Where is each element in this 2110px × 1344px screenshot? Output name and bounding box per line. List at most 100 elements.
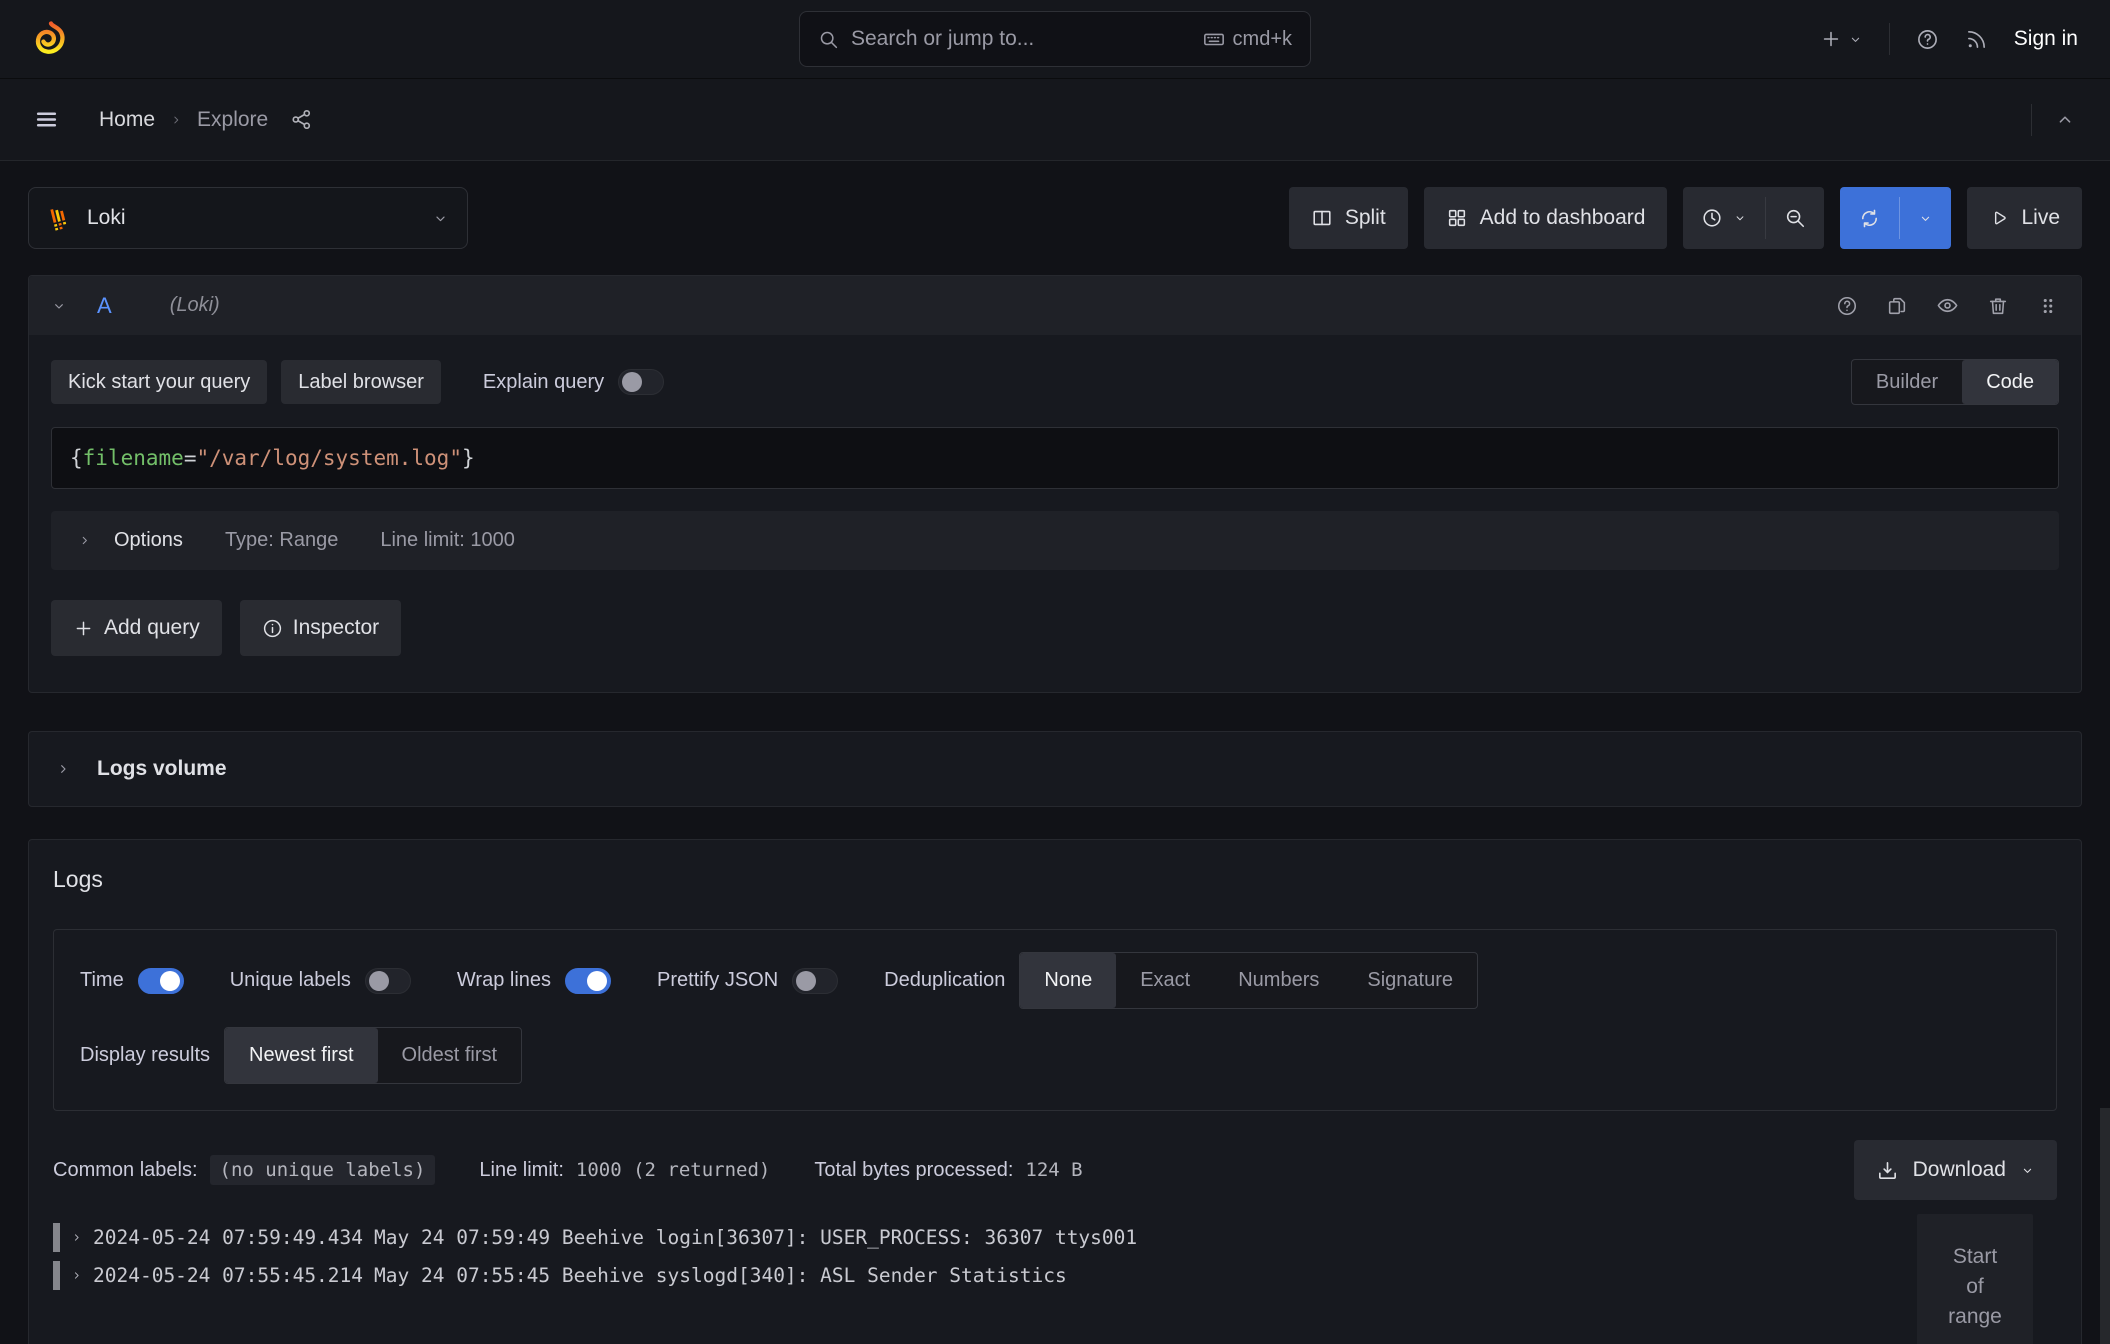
breadcrumb-current: Explore — [197, 108, 268, 132]
collapse-controls-icon[interactable] — [2054, 109, 2076, 131]
add-to-dashboard-button[interactable]: Add to dashboard — [1424, 187, 1668, 249]
display-results-label: Display results — [80, 1044, 210, 1067]
log-row[interactable]: 2024-05-24 07:59:49.434 May 24 07:59:49 … — [53, 1223, 2057, 1252]
log-message: May 24 07:55:45 Beehive syslogd[340]: AS… — [374, 1264, 1067, 1287]
sign-in-link[interactable]: Sign in — [2014, 27, 2078, 51]
add-query-button[interactable]: Add query — [51, 600, 222, 656]
new-menu-button[interactable] — [1820, 28, 1863, 50]
label-browser-button[interactable]: Label browser — [281, 360, 441, 404]
top-navigation: Search or jump to... cmd+k Sign in — [0, 0, 2110, 79]
log-row[interactable]: 2024-05-24 07:55:45.214 May 24 07:55:45 … — [53, 1261, 2057, 1290]
mode-builder-option[interactable]: Builder — [1852, 360, 1962, 404]
toggle-visibility-icon[interactable] — [1936, 294, 1959, 317]
news-icon[interactable] — [1965, 28, 1988, 51]
wrap-lines-label: Wrap lines — [457, 969, 551, 992]
menu-toggle-icon[interactable] — [34, 107, 59, 132]
logs-meta-row: Common labels: (no unique labels) Line l… — [53, 1139, 2057, 1201]
refresh-interval-button[interactable] — [1900, 187, 1951, 249]
deduplication-group: None Exact Numbers Signature — [1019, 952, 1478, 1009]
chevron-right-icon — [55, 761, 71, 777]
apps-grid-icon — [1446, 207, 1468, 229]
dedup-option-numbers[interactable]: Numbers — [1214, 953, 1343, 1008]
explore-page: Loki Split Add to dashboard — [0, 161, 2110, 1344]
line-limit-label: Line limit: — [479, 1159, 563, 1182]
options-label: Options — [114, 529, 183, 552]
chevron-right-icon[interactable] — [70, 1269, 83, 1282]
explore-toolbar: Loki Split Add to dashboard — [28, 187, 2082, 249]
dedup-option-none[interactable]: None — [1020, 953, 1116, 1008]
logs-controls: Time Unique labels Wrap lines Prettify J… — [53, 929, 2057, 1111]
search-input[interactable]: Search or jump to... cmd+k — [799, 11, 1311, 67]
start-of-range-marker: Start of range — [1917, 1214, 2033, 1344]
options-line-limit: Line limit: 1000 — [380, 529, 515, 552]
explain-query-toggle[interactable] — [618, 369, 664, 395]
time-toggle[interactable] — [138, 968, 184, 994]
kick-start-query-button[interactable]: Kick start your query — [51, 360, 267, 404]
mode-code-option[interactable]: Code — [1962, 360, 2058, 404]
time-picker-button[interactable] — [1683, 187, 1765, 249]
refresh-icon — [1858, 207, 1881, 230]
share-icon[interactable] — [290, 108, 313, 131]
help-button[interactable] — [1916, 28, 1939, 51]
logs-volume-title: Logs volume — [97, 757, 227, 781]
run-query-button[interactable] — [1840, 187, 1899, 249]
search-placeholder: Search or jump to... — [851, 27, 1034, 51]
breadcrumb-bar: Home Explore — [0, 79, 2110, 161]
query-equals: = — [184, 446, 197, 470]
zoom-out-icon — [1784, 207, 1806, 229]
breadcrumb-home[interactable]: Home — [99, 108, 155, 132]
search-shortcut: cmd+k — [1203, 28, 1292, 51]
line-limit-value: 1000 (2 returned) — [576, 1159, 770, 1181]
chevron-down-icon — [432, 210, 449, 227]
dedup-option-signature[interactable]: Signature — [1343, 953, 1477, 1008]
result-order-group: Newest first Oldest first — [224, 1027, 522, 1084]
chevron-down-icon[interactable] — [51, 298, 67, 314]
clock-icon — [1701, 207, 1723, 229]
drag-handle-icon[interactable] — [2037, 295, 2059, 317]
run-query-group — [1840, 187, 1951, 249]
split-icon — [1311, 207, 1333, 229]
logs-volume-section[interactable]: Logs volume — [28, 731, 2082, 807]
delete-query-icon[interactable] — [1987, 295, 2009, 317]
total-bytes-label: Total bytes processed: — [814, 1159, 1013, 1182]
query-editor-panel: A (Loki) Kick start your query Label bro… — [28, 275, 2082, 693]
zoom-out-time-button[interactable] — [1766, 187, 1824, 249]
download-icon — [1876, 1159, 1899, 1182]
prettify-json-toggle[interactable] — [792, 968, 838, 994]
log-level-bar — [53, 1261, 60, 1290]
wrap-lines-toggle[interactable] — [565, 968, 611, 994]
log-timestamp: 2024-05-24 07:55:45.214 — [93, 1264, 363, 1287]
order-newest-first-option[interactable]: Newest first — [225, 1028, 377, 1083]
log-timestamp: 2024-05-24 07:59:49.434 — [93, 1226, 363, 1249]
datasource-picker[interactable]: Loki — [28, 187, 468, 249]
options-type: Type: Range — [225, 529, 338, 552]
query-brace-close: } — [462, 446, 475, 470]
scrollbar[interactable] — [2100, 1108, 2110, 1344]
dedup-option-exact[interactable]: Exact — [1116, 953, 1214, 1008]
logql-query-input[interactable]: {filename="/var/log/system.log"} — [51, 427, 2059, 489]
query-help-icon[interactable] — [1836, 295, 1858, 317]
log-level-bar — [53, 1223, 60, 1252]
split-button[interactable]: Split — [1289, 187, 1408, 249]
live-button[interactable]: Live — [1967, 187, 2082, 249]
keyboard-icon — [1203, 28, 1225, 50]
query-label-name: filename — [83, 446, 184, 470]
unique-labels-toggle[interactable] — [365, 968, 411, 994]
common-labels-value: (no unique labels) — [210, 1155, 436, 1185]
logs-title: Logs — [53, 866, 2057, 893]
query-ref-id[interactable]: A — [97, 293, 112, 319]
query-brace-open: { — [70, 446, 83, 470]
chevron-right-icon[interactable] — [70, 1231, 83, 1244]
query-options-row[interactable]: Options Type: Range Line limit: 1000 — [51, 511, 2059, 570]
download-button[interactable]: Download — [1854, 1140, 2057, 1200]
play-icon — [1989, 208, 2009, 228]
grafana-logo[interactable] — [32, 20, 70, 58]
datasource-name: Loki — [87, 206, 126, 230]
chevron-right-icon — [77, 533, 92, 548]
duplicate-query-icon[interactable] — [1886, 295, 1908, 317]
loki-logo-icon — [47, 205, 73, 231]
deduplication-label: Deduplication — [884, 969, 1005, 992]
order-oldest-first-option[interactable]: Oldest first — [378, 1028, 522, 1083]
crumbbar-divider — [2031, 104, 2032, 136]
inspector-button[interactable]: Inspector — [240, 600, 401, 656]
